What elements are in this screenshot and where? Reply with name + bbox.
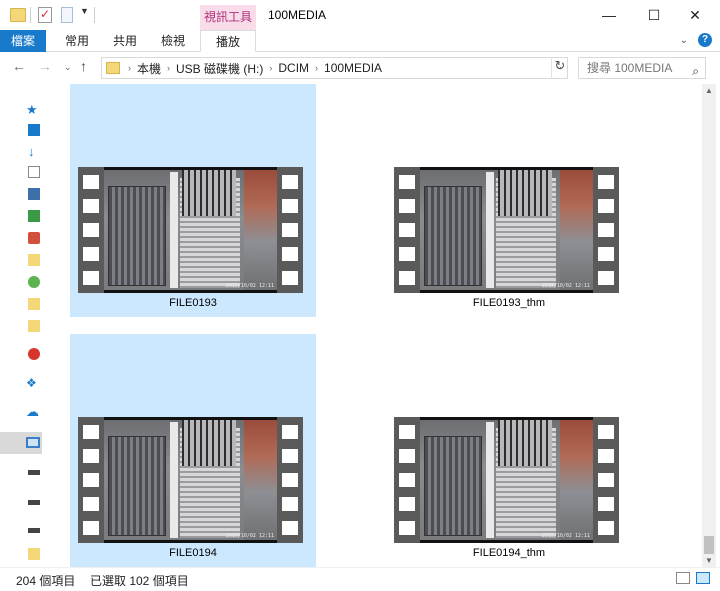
selected-count: 已選取 102 個項目	[90, 574, 189, 588]
drive-icon[interactable]	[28, 528, 40, 533]
video-frame: 2016/10/02 12:11	[104, 417, 277, 543]
back-icon[interactable]: ←	[12, 58, 26, 74]
context-tab-group-label: 視訊工具	[200, 5, 256, 30]
video-frame: 2016/10/02 12:11	[420, 417, 593, 543]
scroll-up-icon[interactable]: ▲	[705, 86, 713, 95]
folder-icon[interactable]	[28, 548, 40, 560]
drive-icon[interactable]	[28, 470, 40, 475]
tab-play[interactable]: 播放	[200, 30, 256, 52]
vertical-scrollbar[interactable]: ▲ ▼	[702, 84, 716, 567]
breadcrumb-usb-drive[interactable]: USB 磁碟機 (H:)	[176, 60, 263, 77]
file-tile[interactable]: 2016/10/02 12:11 FILE0193_thm	[386, 84, 632, 317]
documents-icon[interactable]	[28, 166, 40, 178]
item-count: 204 個項目	[16, 574, 76, 588]
film-perforations	[394, 417, 420, 543]
divider	[30, 7, 31, 23]
drive-icon[interactable]	[28, 500, 40, 505]
file-name: FILE0194	[169, 547, 217, 559]
video-timestamp: 2016/10/02 12:11	[225, 283, 274, 289]
navigation-pane: ★ ↓ ❖ ☁	[0, 82, 42, 567]
title-bar: ▼ 視訊工具 100MEDIA — ☐ ✕	[0, 0, 720, 30]
video-thumbnail: 2016/10/02 12:11	[394, 167, 619, 293]
chevron-right-icon[interactable]: ›	[315, 63, 318, 73]
folder-icon[interactable]	[28, 298, 40, 310]
video-thumbnail: 2016/10/02 12:11	[78, 417, 303, 543]
film-perforations	[277, 167, 303, 293]
video-timestamp: 2016/10/02 12:11	[225, 533, 274, 539]
film-perforations	[593, 167, 619, 293]
quick-access-dropdown-icon[interactable]: ▼	[80, 6, 89, 16]
search-icon: ⌕	[692, 64, 699, 78]
folder-icon[interactable]	[28, 276, 40, 288]
divider	[94, 7, 95, 23]
large-icons-view-icon[interactable]	[696, 572, 710, 584]
breadcrumb-this-pc[interactable]: 本機	[137, 60, 161, 77]
maximize-button[interactable]: ☐	[637, 4, 671, 26]
file-name: FILE0193	[169, 297, 217, 309]
tab-file[interactable]: 檔案	[0, 30, 46, 52]
ribbon-tabs: 檔案 常用 共用 檢視 播放 ⌄ ?	[0, 30, 720, 52]
scroll-down-icon[interactable]: ▼	[705, 556, 713, 565]
close-button[interactable]: ✕	[678, 4, 712, 26]
tab-view[interactable]: 檢視	[152, 30, 194, 52]
file-view: 2016/10/02 12:11 FILE0193 2016/10/02 12:…	[70, 84, 700, 567]
pictures-icon[interactable]	[28, 188, 40, 200]
dropbox-icon[interactable]: ❖	[26, 376, 38, 390]
tab-home[interactable]: 常用	[56, 30, 98, 52]
folder-icon	[10, 8, 26, 22]
address-bar[interactable]: › 本機 › USB 磁碟機 (H:) › DCIM › 100MEDIA ⌄	[101, 57, 568, 79]
minimize-button[interactable]: —	[592, 4, 626, 26]
recent-locations-icon[interactable]: ⌄	[64, 62, 72, 73]
chevron-right-icon[interactable]: ›	[269, 63, 272, 73]
search-input[interactable]: 搜尋 100MEDIA ⌕	[578, 57, 706, 79]
file-tile[interactable]: 2016/10/02 12:11 FILE0193	[70, 84, 316, 317]
tab-share[interactable]: 共用	[104, 30, 146, 52]
app-icon[interactable]	[28, 232, 40, 244]
properties-icon[interactable]	[38, 7, 52, 23]
file-name: FILE0194_thm	[472, 547, 546, 559]
folder-icon	[106, 62, 120, 74]
breadcrumb-100media[interactable]: 100MEDIA	[324, 61, 382, 75]
chevron-right-icon[interactable]: ›	[167, 63, 170, 73]
video-thumbnail: 2016/10/02 12:11	[78, 167, 303, 293]
refresh-icon[interactable]: ↻	[551, 58, 568, 78]
file-tile[interactable]: 2016/10/02 12:11 FILE0194_thm	[386, 334, 632, 567]
video-thumbnail: 2016/10/02 12:11	[394, 417, 619, 543]
film-perforations	[277, 417, 303, 543]
file-name: FILE0193_thm	[472, 297, 546, 309]
chevron-right-icon[interactable]: ›	[128, 63, 131, 73]
this-pc-item[interactable]	[0, 432, 42, 454]
video-timestamp: 2016/10/02 12:11	[541, 533, 590, 539]
gmail-icon[interactable]	[28, 348, 40, 360]
film-perforations	[78, 167, 104, 293]
desktop-icon[interactable]	[28, 124, 40, 136]
expand-ribbon-icon[interactable]: ⌄	[680, 35, 688, 46]
film-perforations	[593, 417, 619, 543]
navigation-bar: ← → ⌄ ↑ › 本機 › USB 磁碟機 (H:) › DCIM › 100…	[0, 52, 720, 82]
folder-icon[interactable]	[28, 254, 40, 266]
forward-icon[interactable]: →	[38, 58, 52, 74]
video-timestamp: 2016/10/02 12:11	[541, 283, 590, 289]
video-frame: 2016/10/02 12:11	[104, 167, 277, 293]
shortcut-icon[interactable]	[28, 210, 40, 222]
details-view-icon[interactable]	[676, 572, 690, 584]
video-frame: 2016/10/02 12:11	[420, 167, 593, 293]
onedrive-icon[interactable]: ☁	[26, 404, 39, 419]
search-placeholder: 搜尋 100MEDIA	[587, 61, 673, 75]
window-title: 100MEDIA	[268, 8, 327, 22]
monitor-icon	[26, 437, 40, 448]
file-tile[interactable]: 2016/10/02 12:11 FILE0194	[70, 334, 316, 567]
folder-icon[interactable]	[28, 320, 40, 332]
quick-access-star-icon[interactable]: ★	[26, 102, 38, 117]
scrollbar-thumb[interactable]	[704, 536, 714, 554]
new-folder-icon[interactable]	[61, 7, 73, 23]
status-bar: 204 個項目 已選取 102 個項目	[0, 567, 720, 591]
film-perforations	[78, 417, 104, 543]
downloads-icon[interactable]: ↓	[28, 144, 40, 159]
breadcrumb-dcim[interactable]: DCIM	[278, 61, 309, 75]
up-icon[interactable]: ↑	[80, 58, 87, 74]
film-perforations	[394, 167, 420, 293]
help-icon[interactable]: ?	[698, 33, 712, 47]
